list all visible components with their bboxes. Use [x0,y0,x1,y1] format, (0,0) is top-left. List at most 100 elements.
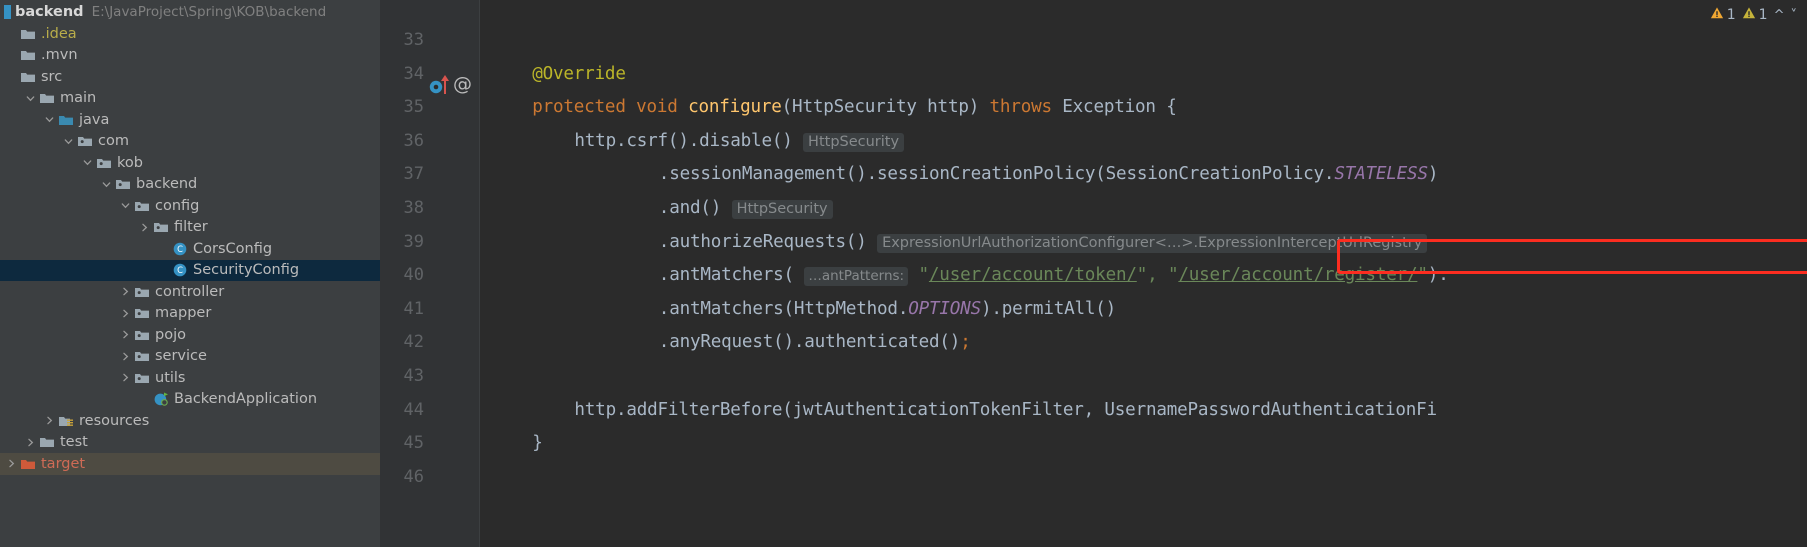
code-token: ", [1136,265,1168,286]
chevron-down-icon[interactable]: ˅ [1791,8,1798,23]
package-icon [133,370,151,386]
code-line[interactable]: http.addFilterBefore(jwtAuthenticationTo… [574,394,1437,428]
code-token: ( [781,97,793,118]
tree-item-kob[interactable]: kob [0,152,380,174]
code-token: .sessionManagement().sessionCreationPoli… [658,164,1335,185]
chevron-right-icon[interactable] [4,458,19,469]
code-line[interactable]: .antMatchers( …antPatterns: "/user/accou… [659,259,1449,293]
chevron-right-icon[interactable] [118,308,133,319]
package-icon [133,327,151,343]
chevron-right-icon[interactable] [42,415,57,426]
tree-item-pojo[interactable]: pojo [0,324,380,346]
tree-item-test[interactable]: test [0,432,380,454]
tree-item-label: pojo [155,326,186,343]
tree-item--idea[interactable]: .idea [0,23,380,45]
tree-item--mvn[interactable]: .mvn [0,45,380,67]
chevron-right-icon[interactable] [23,437,38,448]
ide-window: backend E:\JavaProject\Spring\KOB\backend… [0,0,1807,547]
code-token: ).permitAll() [980,298,1117,319]
tree-item-label: config [155,197,200,214]
inlay-hint: HttpSecurity [803,132,905,152]
tree-item-com[interactable]: com [0,131,380,153]
code-line[interactable]: http.csrf().disable() HttpSecurity [574,125,905,159]
code-token: " [918,265,930,286]
code-token: " [1417,265,1428,286]
tree-item-label: test [60,434,88,451]
code-token: /user/account/register/ [1178,265,1418,286]
tree-item-src[interactable]: src [0,66,380,88]
project-root-row[interactable]: backend E:\JavaProject\Spring\KOB\backend [0,0,380,23]
override-arrow-icon[interactable] [440,74,450,98]
chevron-up-icon[interactable]: ^ [1774,8,1785,23]
code-line[interactable]: .and() HttpSecurity [659,192,833,226]
code-token: } [532,433,543,454]
tree-item-mapper[interactable]: mapper [0,303,380,325]
chevron-right-icon[interactable] [118,286,133,297]
folder-icon [19,69,37,85]
java-class-icon: C [171,241,189,257]
code-token: http) [916,97,990,118]
tree-item-java[interactable]: java [0,109,380,131]
package-icon [114,176,132,192]
chevron-down-icon[interactable] [99,179,114,190]
package-icon [133,305,151,321]
code-token: .authorizeRequests() [658,231,867,252]
code-editor[interactable]: @ @Override protected void configure(Http… [380,0,1807,547]
code-token: STATELESS [1334,164,1428,185]
tree-item-label: CorsConfig [193,240,273,257]
code-line[interactable]: protected void configure(HttpSecurity ht… [532,91,1177,125]
tree-item-label: kob [117,154,143,171]
code-line[interactable]: .anyRequest().authenticated(); [659,326,971,360]
tree-item-backend[interactable]: backend [0,174,380,196]
tree-item-corsconfig[interactable]: C CorsConfig [0,238,380,260]
code-line[interactable]: } [532,427,543,461]
inspection-widget[interactable]: 1 1 ^ ˅ [1710,6,1797,24]
code-line[interactable]: .authorizeRequests() ExpressionUrlAuthor… [659,226,1428,260]
line-number: 41 [403,298,424,319]
warning-count-group[interactable]: 1 [1710,6,1736,24]
inlay-hint: HttpSecurity [731,200,833,219]
tree-item-main[interactable]: main [0,88,380,110]
tree-item-securityconfig[interactable]: C SecurityConfig [0,259,380,281]
code-line[interactable]: .sessionManagement().sessionCreationPoli… [658,158,1439,192]
line-number: 35 [403,97,424,118]
folder-icon [38,90,56,106]
code-token: configure [688,97,782,118]
weak-warning-count-group[interactable]: 1 [1742,6,1768,24]
project-tree[interactable]: backend E:\JavaProject\Spring\KOB\backend… [0,0,380,475]
code-token: Exception { [1051,97,1177,118]
chevron-down-icon[interactable] [61,136,76,147]
chevron-right-icon[interactable] [118,351,133,362]
project-tool-window[interactable]: backend E:\JavaProject\Spring\KOB\backend… [0,0,380,547]
tree-item-target[interactable]: target [0,453,380,475]
chevron-down-icon[interactable] [80,157,95,168]
tree-item-controller[interactable]: controller [0,281,380,303]
chevron-down-icon[interactable] [23,93,38,104]
chevron-down-icon[interactable] [42,114,57,125]
code-token: .anyRequest().authenticated() [658,332,961,353]
annotation-at-icon[interactable]: @ [453,75,472,94]
chevron-right-icon[interactable] [118,372,133,383]
chevron-right-icon[interactable] [118,329,133,340]
chevron-down-icon[interactable] [118,200,133,211]
resources-folder-icon [57,413,75,429]
tree-item-config[interactable]: config [0,195,380,217]
tree-item-label: resources [79,412,150,429]
tree-item-backendapplication[interactable]: BackendApplication [0,389,380,411]
package-icon [76,133,94,149]
tree-item-resources[interactable]: resources [0,410,380,432]
tree-item-filter[interactable]: filter [0,217,380,239]
code-line[interactable]: @Override [532,58,626,92]
tree-item-utils[interactable]: utils [0,367,380,389]
tree-item-label: src [41,68,63,85]
code-line[interactable]: .antMatchers(HttpMethod.OPTIONS).permitA… [659,293,1116,327]
tree-item-label: target [41,455,86,472]
code-text-area[interactable]: @Override protected void configure(HttpSe… [480,0,1807,547]
tree-item-service[interactable]: service [0,346,380,368]
line-number: 44 [403,399,424,420]
chevron-right-icon[interactable] [137,222,152,233]
